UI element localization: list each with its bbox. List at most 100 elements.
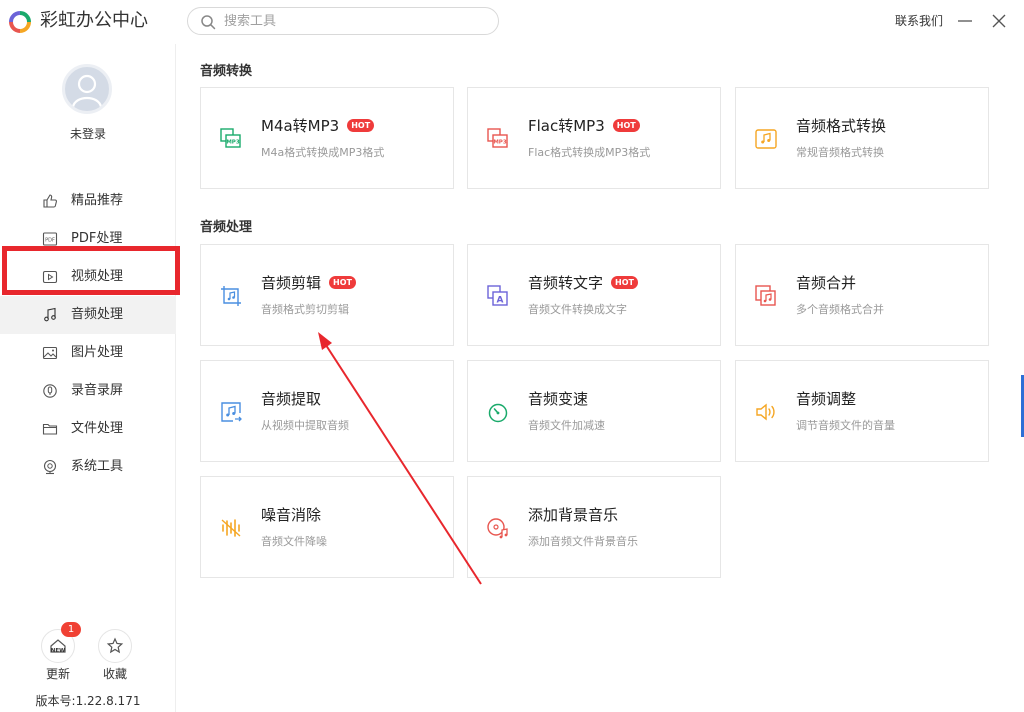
icon-text: MP3: [226, 140, 240, 146]
sidebar-item-system[interactable]: 系统工具: [0, 448, 176, 486]
sidebar-item-label: 精品推荐: [71, 193, 124, 208]
hot-badge: HOT: [329, 276, 356, 289]
card-title-text: 音频剪辑: [261, 274, 322, 292]
favorite-label: 收藏: [102, 667, 127, 681]
audio-speed-icon: [488, 403, 508, 423]
sidebar-item-audio[interactable]: 音频处理: [0, 296, 176, 334]
bg-music-icon: [487, 518, 508, 539]
card-title: 音频提取: [261, 389, 321, 409]
card-title-text: 音频调整: [796, 390, 857, 408]
star-icon: [106, 637, 124, 654]
card-title-text: 音频提取: [261, 390, 322, 408]
card-audio-extract[interactable]: 音频提取 从视频中提取音频: [200, 360, 454, 462]
audio-extract-icon: [221, 402, 242, 422]
card-audio-speed[interactable]: 音频变速 音频文件加减速: [467, 360, 721, 462]
card-desc: 音频文件加减速: [528, 419, 605, 432]
update-label: 更新: [45, 667, 70, 681]
svg-text:PDF: PDF: [45, 238, 55, 244]
search-icon: [201, 15, 216, 30]
card-title-text: 噪音消除: [261, 506, 322, 524]
card-audio-format-convert[interactable]: 音频格式转换 常规音频格式转换: [735, 87, 989, 189]
card-bg-music[interactable]: 添加背景音乐 添加音频文件背景音乐: [467, 476, 721, 578]
card-desc: 多个音频格式合并: [796, 303, 884, 316]
card-title-text: 音频合并: [796, 274, 857, 292]
app-title: 彩虹办公中心: [40, 10, 148, 31]
sidebar-item-label: 图片处理: [71, 345, 124, 360]
card-audio-to-text[interactable]: A 音频转文字 HOT 音频文件转换成文字: [467, 244, 721, 346]
login-status[interactable]: 未登录: [0, 125, 176, 142]
hot-badge: HOT: [611, 276, 638, 289]
search-box[interactable]: [187, 7, 499, 35]
card-title: 添加背景音乐: [528, 505, 618, 525]
icon-text: A: [497, 296, 504, 306]
hot-badge: HOT: [347, 119, 375, 132]
card-desc: 音频格式剪切剪辑: [261, 303, 349, 316]
sidebar-item-recommend[interactable]: 精品推荐: [0, 182, 176, 220]
version-text: 版本号:1.22.8.171: [35, 694, 141, 708]
card-title: Flac转MP3 HOT: [528, 116, 640, 136]
sidebar-item-label: 系统工具: [71, 459, 124, 474]
audio-convert-icon: [755, 129, 777, 149]
card-title: M4a转MP3 HOT: [261, 116, 375, 136]
favorite-button[interactable]: [98, 629, 132, 663]
music-note-icon: [44, 307, 56, 322]
card-m4a-to-mp3[interactable]: MP3 M4a转MP3 HOT M4a格式转换成MP3格式: [200, 87, 454, 189]
sidebar-item-label: PDF处理: [71, 231, 123, 246]
card-desc: 从视频中提取音频: [261, 419, 349, 432]
sidebar-item-file[interactable]: 文件处理: [0, 410, 176, 448]
card-title-text: 音频转文字: [528, 274, 604, 292]
sidebar-item-label: 录音录屏: [71, 383, 124, 398]
card-title-text: Flac转MP3: [528, 117, 605, 135]
card-desc: 添加音频文件背景音乐: [528, 535, 638, 548]
card-title-text: 音频变速: [528, 390, 589, 408]
update-badge: 1: [61, 622, 81, 637]
icon-text: MP3: [493, 140, 507, 146]
sidebar-nav: 精品推荐 PDF PDF处理 视频处理 音频处理 图片处理 录音录屏 文件处理 …: [0, 182, 176, 486]
image-icon: [42, 346, 58, 360]
app-window: 彩虹办公中心 联系我们 未登录: [0, 0, 1024, 712]
hot-badge: HOT: [612, 119, 640, 132]
sidebar-item-record[interactable]: 录音录屏: [0, 372, 176, 410]
sidebar: 未登录 精品推荐 PDF PDF处理 视频处理 音频处理 图片处理 录音录屏 文…: [0, 44, 176, 712]
card-desc: Flac格式转换成MP3格式: [528, 146, 651, 159]
card-flac-to-mp3[interactable]: MP3 Flac转MP3 HOT Flac格式转换成MP3格式: [467, 87, 721, 189]
audio-cut-icon: [221, 286, 241, 306]
card-title-text: 音频格式转换: [796, 117, 887, 135]
card-title: 音频合并: [796, 273, 856, 293]
main-content: 音频转换 MP3 M4a转MP3 HOT M4a格式转换成MP3格式 MP3 Fl…: [176, 44, 1024, 712]
card-title: 音频变速: [528, 389, 588, 409]
record-icon: [43, 384, 57, 398]
card-noise-reduce[interactable]: 噪音消除 音频文件降噪: [200, 476, 454, 578]
sidebar-item-label: 文件处理: [71, 421, 124, 436]
contact-us-link[interactable]: 联系我们: [895, 13, 943, 29]
update-icon-text: NEW: [51, 648, 65, 654]
flac-to-mp3-icon: MP3: [487, 128, 508, 148]
card-title: 音频转文字 HOT: [528, 273, 638, 293]
volume-icon: [756, 403, 775, 421]
section-title-audio-process: 音频处理: [200, 220, 253, 235]
card-desc: M4a格式转换成MP3格式: [261, 146, 385, 159]
system-tool-icon: [43, 459, 57, 475]
card-audio-volume[interactable]: 音频调整 调节音频文件的音量: [735, 360, 989, 462]
avatar[interactable]: [62, 64, 112, 114]
card-title: 音频剪辑 HOT: [261, 273, 356, 293]
sidebar-item-label: 音频处理: [71, 307, 124, 322]
card-audio-merge[interactable]: 音频合并 多个音频格式合并: [735, 244, 989, 346]
card-title-text: M4a转MP3: [261, 117, 340, 135]
minimize-icon[interactable]: [955, 11, 975, 31]
section-title-audio-convert: 音频转换: [200, 64, 253, 79]
close-icon[interactable]: [989, 11, 1009, 31]
user-avatar-icon: [71, 74, 103, 108]
sidebar-item-image[interactable]: 图片处理: [0, 334, 176, 372]
pdf-icon: PDF: [42, 232, 58, 246]
noise-reduce-icon: [221, 519, 241, 537]
card-audio-cut[interactable]: 音频剪辑 HOT 音频格式剪切剪辑: [200, 244, 454, 346]
audio-merge-icon: [755, 285, 776, 306]
audio-to-text-icon: A: [487, 285, 508, 306]
rainbow-logo-icon: [9, 11, 31, 33]
card-title: 音频调整: [796, 389, 856, 409]
card-title: 噪音消除: [261, 505, 321, 525]
card-desc: 常规音频格式转换: [796, 146, 884, 159]
card-title-text: 添加背景音乐: [528, 506, 619, 524]
search-input[interactable]: [224, 11, 484, 31]
